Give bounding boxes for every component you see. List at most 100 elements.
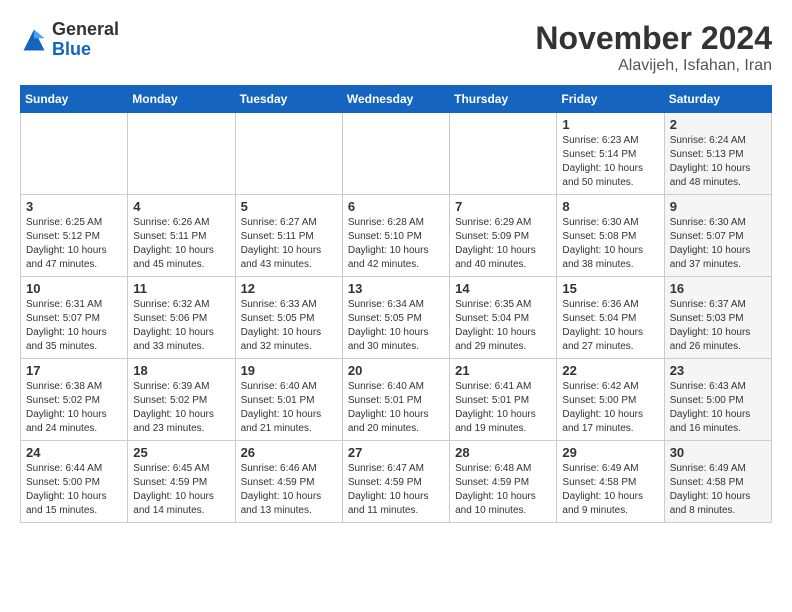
cell-info: Sunrise: 6:47 AM Sunset: 4:59 PM Dayligh… xyxy=(348,462,444,518)
logo-general: General xyxy=(52,19,119,39)
calendar-cell: 7 Sunrise: 6:29 AM Sunset: 5:09 PM Daylig… xyxy=(450,195,557,277)
day-number: 5 xyxy=(241,199,337,214)
calendar-cell: 16Sunrise: 6:37 AM Sunset: 5:03 PM Dayli… xyxy=(664,277,771,359)
cell-info: Sunrise: 6:31 AM Sunset: 5:07 PM Dayligh… xyxy=(26,298,122,354)
cell-info: Sunrise: 6:30 AM Sunset: 5:07 PM Dayligh… xyxy=(670,216,766,272)
calendar-cell: 8 Sunrise: 6:30 AM Sunset: 5:08 PM Daylig… xyxy=(557,195,664,277)
cell-info: Sunrise: 6:25 AM Sunset: 5:12 PM Dayligh… xyxy=(26,216,122,272)
cell-info: Sunrise: 6:42 AM Sunset: 5:00 PM Dayligh… xyxy=(562,380,658,436)
cell-info: Sunrise: 6:41 AM Sunset: 5:01 PM Dayligh… xyxy=(455,380,551,436)
calendar-cell: 3 Sunrise: 6:25 AM Sunset: 5:12 PM Daylig… xyxy=(21,195,128,277)
cell-info: Sunrise: 6:30 AM Sunset: 5:08 PM Dayligh… xyxy=(562,216,658,272)
calendar-cell: 25 Sunrise: 6:45 AM Sunset: 4:59 PM Dayli… xyxy=(128,441,235,523)
cell-info: Sunrise: 6:34 AM Sunset: 5:05 PM Dayligh… xyxy=(348,298,444,354)
day-number: 14 xyxy=(455,281,551,296)
calendar-cell: 11 Sunrise: 6:32 AM Sunset: 5:06 PM Dayli… xyxy=(128,277,235,359)
weekday-header: Saturday xyxy=(664,86,771,113)
day-number: 25 xyxy=(133,445,229,460)
calendar-cell: 17 Sunrise: 6:38 AM Sunset: 5:02 PM Dayli… xyxy=(21,359,128,441)
day-number: 7 xyxy=(455,199,551,214)
day-number: 9 xyxy=(670,199,766,214)
cell-info: Sunrise: 6:29 AM Sunset: 5:09 PM Dayligh… xyxy=(455,216,551,272)
cell-info: Sunrise: 6:28 AM Sunset: 5:10 PM Dayligh… xyxy=(348,216,444,272)
day-number: 19 xyxy=(241,363,337,378)
logo-blue: Blue xyxy=(52,39,91,59)
calendar-cell: 9 Sunrise: 6:30 AM Sunset: 5:07 PM Daylig… xyxy=(664,195,771,277)
page-header: General Blue November 2024 Alavijeh, Isf… xyxy=(20,20,772,75)
day-number: 3 xyxy=(26,199,122,214)
weekday-header: Thursday xyxy=(450,86,557,113)
day-number: 29 xyxy=(562,445,658,460)
day-number: 16 xyxy=(670,281,766,296)
cell-info: Sunrise: 6:40 AM Sunset: 5:01 PM Dayligh… xyxy=(241,380,337,436)
calendar-week-row: 24 Sunrise: 6:44 AM Sunset: 5:00 PM Dayli… xyxy=(21,441,772,523)
location: Alavijeh, Isfahan, Iran xyxy=(535,57,772,75)
weekday-header: Wednesday xyxy=(342,86,449,113)
weekday-header: Tuesday xyxy=(235,86,342,113)
calendar-cell: 1 Sunrise: 6:23 AM Sunset: 5:14 PM Daylig… xyxy=(557,113,664,195)
calendar-cell: 4Sunrise: 6:26 AM Sunset: 5:11 PM Daylig… xyxy=(128,195,235,277)
calendar-cell: 28 Sunrise: 6:48 AM Sunset: 4:59 PM Dayli… xyxy=(450,441,557,523)
day-number: 6 xyxy=(348,199,444,214)
calendar-cell: 6 Sunrise: 6:28 AM Sunset: 5:10 PM Daylig… xyxy=(342,195,449,277)
calendar-cell: 29 Sunrise: 6:49 AM Sunset: 4:58 PM Dayli… xyxy=(557,441,664,523)
day-number: 13 xyxy=(348,281,444,296)
cell-info: Sunrise: 6:36 AM Sunset: 5:04 PM Dayligh… xyxy=(562,298,658,354)
day-number: 11 xyxy=(133,281,229,296)
calendar-cell: 27 Sunrise: 6:47 AM Sunset: 4:59 PM Dayli… xyxy=(342,441,449,523)
day-number: 4 xyxy=(133,199,229,214)
cell-info: Sunrise: 6:44 AM Sunset: 5:00 PM Dayligh… xyxy=(26,462,122,518)
calendar-cell: 10Sunrise: 6:31 AM Sunset: 5:07 PM Dayli… xyxy=(21,277,128,359)
day-number: 17 xyxy=(26,363,122,378)
day-number: 18 xyxy=(133,363,229,378)
day-number: 27 xyxy=(348,445,444,460)
calendar-table: SundayMondayTuesdayWednesdayThursdayFrid… xyxy=(20,85,772,523)
day-number: 22 xyxy=(562,363,658,378)
cell-info: Sunrise: 6:49 AM Sunset: 4:58 PM Dayligh… xyxy=(670,462,766,518)
weekday-header: Friday xyxy=(557,86,664,113)
cell-info: Sunrise: 6:38 AM Sunset: 5:02 PM Dayligh… xyxy=(26,380,122,436)
calendar-cell: 22 Sunrise: 6:42 AM Sunset: 5:00 PM Dayli… xyxy=(557,359,664,441)
calendar-cell: 23 Sunrise: 6:43 AM Sunset: 5:00 PM Dayli… xyxy=(664,359,771,441)
cell-info: Sunrise: 6:48 AM Sunset: 4:59 PM Dayligh… xyxy=(455,462,551,518)
cell-info: Sunrise: 6:39 AM Sunset: 5:02 PM Dayligh… xyxy=(133,380,229,436)
cell-info: Sunrise: 6:49 AM Sunset: 4:58 PM Dayligh… xyxy=(562,462,658,518)
cell-info: Sunrise: 6:35 AM Sunset: 5:04 PM Dayligh… xyxy=(455,298,551,354)
weekday-header: Sunday xyxy=(21,86,128,113)
calendar-week-row: 1 Sunrise: 6:23 AM Sunset: 5:14 PM Daylig… xyxy=(21,113,772,195)
calendar-week-row: 10Sunrise: 6:31 AM Sunset: 5:07 PM Dayli… xyxy=(21,277,772,359)
day-number: 24 xyxy=(26,445,122,460)
month-title: November 2024 xyxy=(535,20,772,57)
calendar-cell: 18 Sunrise: 6:39 AM Sunset: 5:02 PM Dayli… xyxy=(128,359,235,441)
calendar-cell xyxy=(21,113,128,195)
day-number: 2 xyxy=(670,117,766,132)
day-number: 1 xyxy=(562,117,658,132)
cell-info: Sunrise: 6:33 AM Sunset: 5:05 PM Dayligh… xyxy=(241,298,337,354)
calendar-cell: 12 Sunrise: 6:33 AM Sunset: 5:05 PM Dayli… xyxy=(235,277,342,359)
weekday-header-row: SundayMondayTuesdayWednesdayThursdayFrid… xyxy=(21,86,772,113)
day-number: 8 xyxy=(562,199,658,214)
cell-info: Sunrise: 6:45 AM Sunset: 4:59 PM Dayligh… xyxy=(133,462,229,518)
day-number: 30 xyxy=(670,445,766,460)
cell-info: Sunrise: 6:46 AM Sunset: 4:59 PM Dayligh… xyxy=(241,462,337,518)
calendar-cell xyxy=(128,113,235,195)
calendar-week-row: 17 Sunrise: 6:38 AM Sunset: 5:02 PM Dayli… xyxy=(21,359,772,441)
calendar-cell: 15Sunrise: 6:36 AM Sunset: 5:04 PM Dayli… xyxy=(557,277,664,359)
calendar-cell: 26Sunrise: 6:46 AM Sunset: 4:59 PM Dayli… xyxy=(235,441,342,523)
calendar-cell: 24 Sunrise: 6:44 AM Sunset: 5:00 PM Dayli… xyxy=(21,441,128,523)
calendar-cell: 5Sunrise: 6:27 AM Sunset: 5:11 PM Daylig… xyxy=(235,195,342,277)
cell-info: Sunrise: 6:32 AM Sunset: 5:06 PM Dayligh… xyxy=(133,298,229,354)
calendar-cell xyxy=(235,113,342,195)
day-number: 12 xyxy=(241,281,337,296)
cell-info: Sunrise: 6:43 AM Sunset: 5:00 PM Dayligh… xyxy=(670,380,766,436)
day-number: 23 xyxy=(670,363,766,378)
day-number: 21 xyxy=(455,363,551,378)
logo-icon xyxy=(20,26,48,54)
day-number: 28 xyxy=(455,445,551,460)
cell-info: Sunrise: 6:23 AM Sunset: 5:14 PM Dayligh… xyxy=(562,134,658,190)
logo-text: General Blue xyxy=(52,20,119,60)
calendar-cell: 2Sunrise: 6:24 AM Sunset: 5:13 PM Daylig… xyxy=(664,113,771,195)
calendar-cell: 14 Sunrise: 6:35 AM Sunset: 5:04 PM Dayli… xyxy=(450,277,557,359)
logo: General Blue xyxy=(20,20,119,60)
calendar-cell: 19 Sunrise: 6:40 AM Sunset: 5:01 PM Dayli… xyxy=(235,359,342,441)
